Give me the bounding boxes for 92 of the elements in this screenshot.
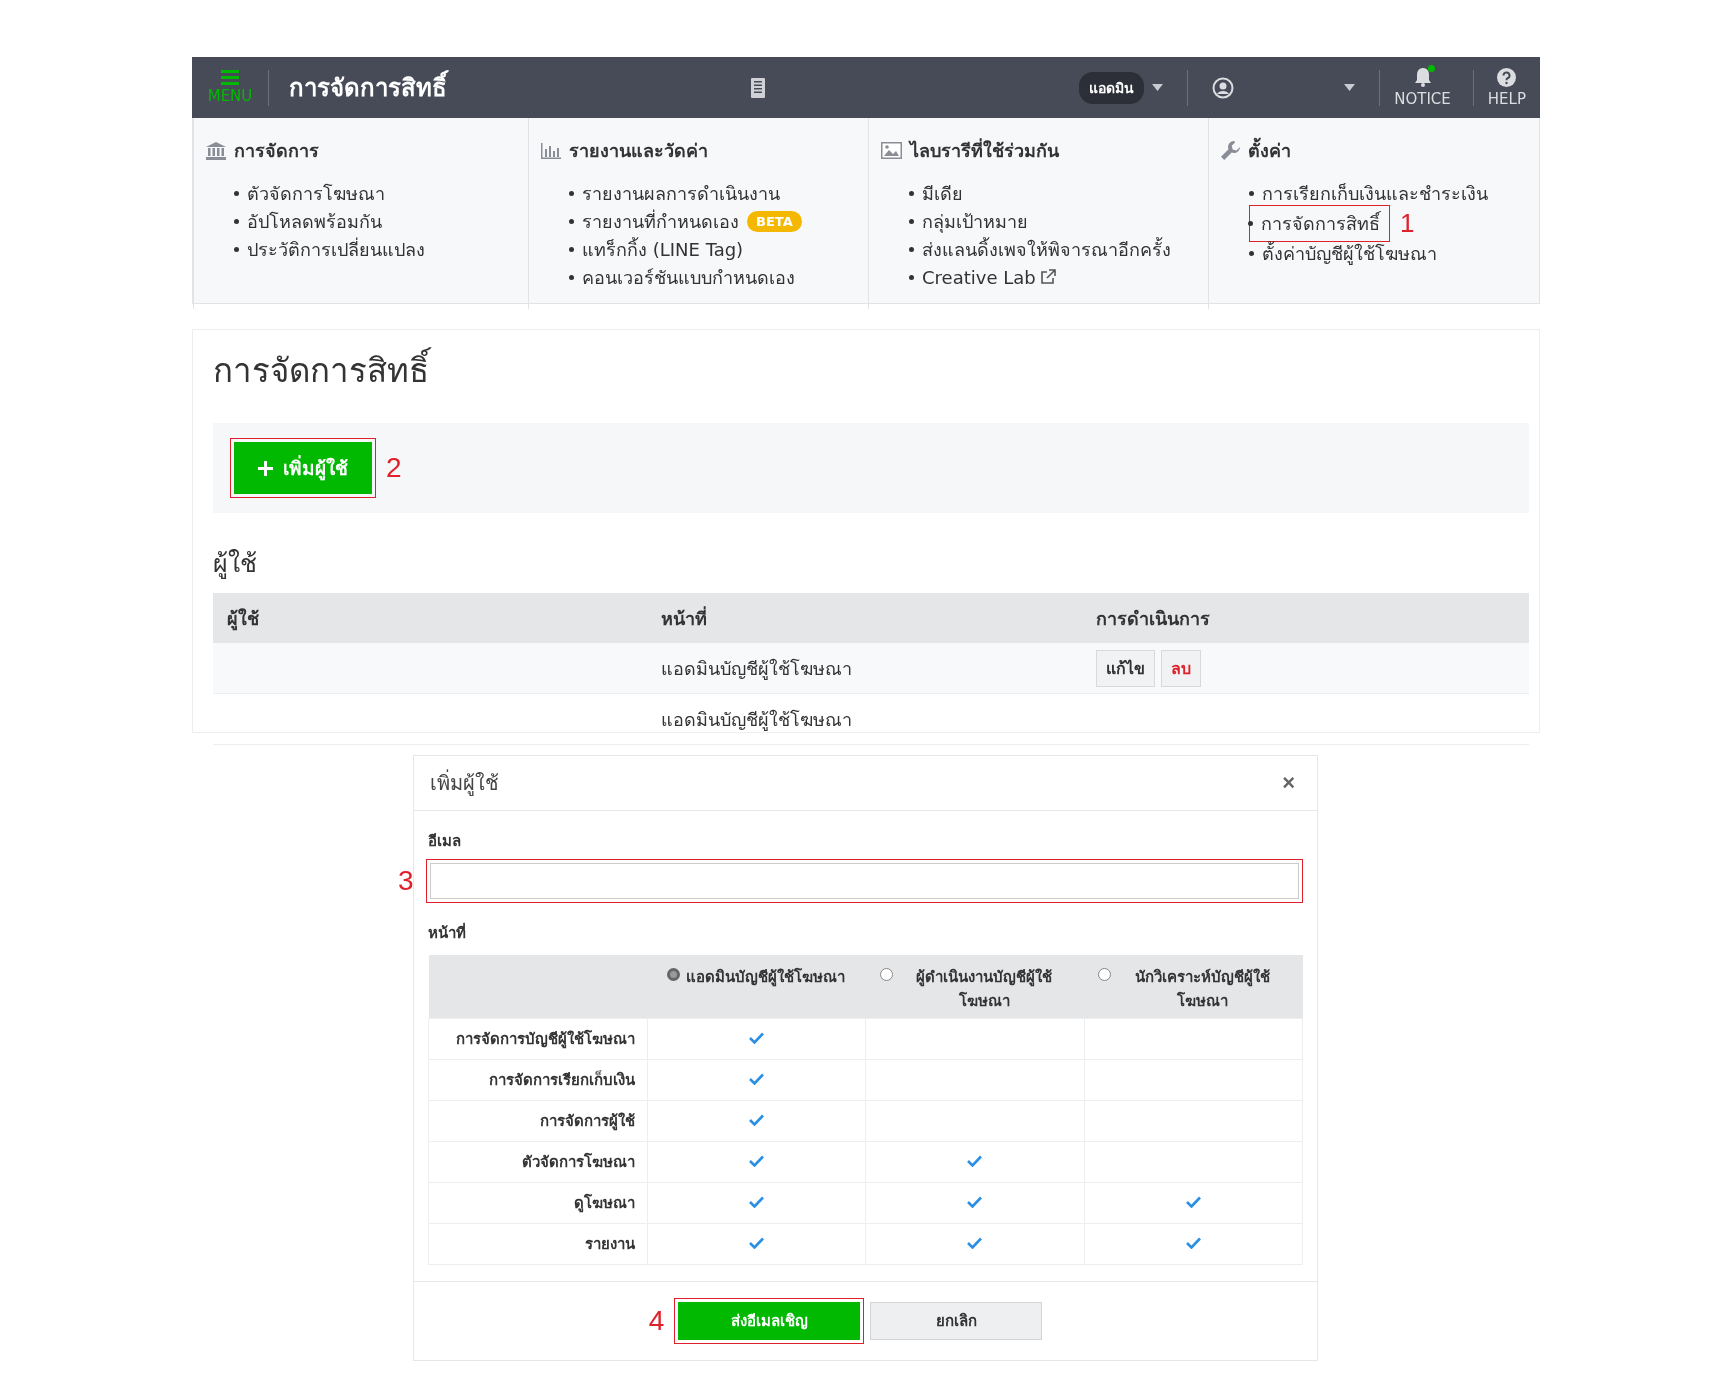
menu-link[interactable]: การเรียกเก็บเงินและชำระเงิน xyxy=(1262,178,1488,208)
bullet xyxy=(1248,220,1253,226)
menu-icon xyxy=(221,70,239,85)
column-header: หน้าที่ xyxy=(647,593,1082,643)
menu-link[interactable]: กลุ่มเป้าหมาย xyxy=(922,206,1028,236)
role-badge: แอดมิน xyxy=(1079,71,1145,104)
check-icon xyxy=(1185,1196,1201,1208)
role-radio[interactable] xyxy=(1098,968,1112,981)
check-icon xyxy=(748,1155,764,1167)
bullet xyxy=(569,274,574,280)
field-label: อีเมล xyxy=(428,831,462,852)
menu-section-title: ตั้งค่า xyxy=(1248,136,1291,165)
bullet xyxy=(1249,190,1254,196)
check-icon xyxy=(967,1196,983,1208)
bar-chart-icon xyxy=(541,142,561,159)
help-icon xyxy=(1497,67,1517,87)
permission-label: การจัดการบัญชีผู้ใช้โฆษณา xyxy=(428,1018,647,1060)
bullet xyxy=(569,218,574,224)
wrench-icon xyxy=(1221,141,1240,160)
menu-link[interactable]: ประวัติการเปลี่ยนแปลง xyxy=(247,234,425,264)
permission-label: การจัดการผู้ใช้ xyxy=(428,1100,647,1142)
bullet xyxy=(1249,250,1254,256)
role-radio[interactable] xyxy=(879,968,893,981)
delete-button[interactable]: ลบ xyxy=(1160,649,1201,687)
menu-link[interactable]: แทร็กกิ้ง (LINE Tag) xyxy=(582,234,744,264)
caret-icon xyxy=(1344,84,1356,91)
image-icon xyxy=(881,142,902,159)
close-button[interactable]: × xyxy=(1276,769,1301,797)
permission-label: การจัดการเรียกเก็บเงิน xyxy=(428,1059,647,1101)
user-icon xyxy=(1212,76,1235,99)
menu-link[interactable]: รายงานผลการดำเนินงาน xyxy=(582,178,780,208)
table-cell: แอดมินบัญชีผู้ใช้โฆษณา xyxy=(647,693,1082,745)
dialog-title: เพิ่มผู้ใช้ xyxy=(430,768,499,798)
bullet xyxy=(909,274,914,280)
menu-link[interactable]: Creative Lab xyxy=(922,266,1056,288)
field-label: หน้าที่ xyxy=(428,921,467,944)
bullet xyxy=(909,218,914,224)
permission-label: ตัวจัดการโฆษณา xyxy=(428,1141,647,1183)
check-icon xyxy=(967,1237,983,1249)
check-icon xyxy=(748,1032,764,1044)
page-title: การจัดการสิทธิ์ xyxy=(289,68,447,107)
bank-icon xyxy=(206,141,226,160)
column-header: ผู้ใช้ xyxy=(213,593,648,643)
cancel-button[interactable]: ยกเลิก xyxy=(870,1302,1043,1340)
menu-link[interactable]: อัปโหลดพร้อมกัน xyxy=(247,206,382,236)
bullet xyxy=(569,246,574,252)
check-icon xyxy=(748,1073,764,1085)
menu-link[interactable]: ส่งแลนดิ้งเพจให้พิจารณาอีกครั้ง xyxy=(922,234,1171,264)
bell-icon xyxy=(1413,67,1432,87)
menu-link[interactable]: ตั้งค่าบัญชีผู้ใช้โฆษณา xyxy=(1262,238,1437,268)
bullet xyxy=(234,190,239,196)
caret-icon xyxy=(1152,84,1164,91)
plus-icon xyxy=(258,460,273,476)
bullet xyxy=(569,190,574,196)
menu-link[interactable]: การจัดการสิทธิ์ xyxy=(1261,208,1380,238)
check-icon xyxy=(748,1196,764,1208)
table-cell: แอดมินบัญชีผู้ใช้โฆษณา xyxy=(647,643,1082,694)
bullet xyxy=(909,190,914,196)
menu-link[interactable]: รายงานที่กำหนดเอง xyxy=(582,206,739,236)
role-label: ผู้ดำเนินงานบัญชีผู้ใช้โฆษณา xyxy=(915,967,1054,1012)
check-icon xyxy=(967,1155,983,1167)
column-header: การดำเนินการ xyxy=(1081,593,1529,643)
bullet xyxy=(909,246,914,252)
page-heading: การจัดการสิทธิ์ xyxy=(213,330,1529,423)
check-icon xyxy=(748,1114,764,1126)
annotation-number: 4 xyxy=(648,1307,665,1335)
check-icon xyxy=(1185,1237,1201,1249)
check-icon xyxy=(748,1237,764,1249)
bullet xyxy=(234,246,239,252)
edit-button[interactable]: แก้ไข xyxy=(1095,649,1155,687)
help-button[interactable]: HELP xyxy=(1487,67,1526,108)
role-radio[interactable] xyxy=(667,968,681,981)
annotation-number: 3 xyxy=(398,867,414,895)
menu-section-title: ไลบรารีที่ใช้ร่วมกัน xyxy=(910,137,1059,163)
menu-link[interactable]: มีเดีย xyxy=(922,178,963,208)
annotation-number: 2 xyxy=(386,454,402,482)
role-label: แอดมินบัญชีผู้ใช้โฆษณา xyxy=(686,967,846,989)
section-heading: ผู้ใช้ xyxy=(213,548,258,581)
role-label: นักวิเคราะห์บัญชีผู้ใช้โฆษณา xyxy=(1134,967,1272,1012)
menu-section-title: รายงานและวัดค่า xyxy=(569,139,708,163)
menu-section-title: การจัดการ xyxy=(234,139,319,163)
menu-link[interactable]: ตัวจัดการโฆษณา xyxy=(247,178,385,208)
annotation-number: 1 xyxy=(1400,210,1415,236)
permission-label: รายงาน xyxy=(428,1223,647,1265)
bullet xyxy=(234,218,239,224)
building-icon[interactable] xyxy=(751,77,766,98)
menu-link[interactable]: คอนเวอร์ชันแบบกำหนดเอง xyxy=(582,262,795,292)
permission-label: ดูโฆษณา xyxy=(428,1182,647,1224)
external-link-icon xyxy=(1039,269,1056,285)
notice-button[interactable]: NOTICE xyxy=(1394,67,1451,108)
account-role-dropdown[interactable]: แอดมิน xyxy=(1069,71,1174,104)
beta-badge: BETA xyxy=(747,210,802,232)
